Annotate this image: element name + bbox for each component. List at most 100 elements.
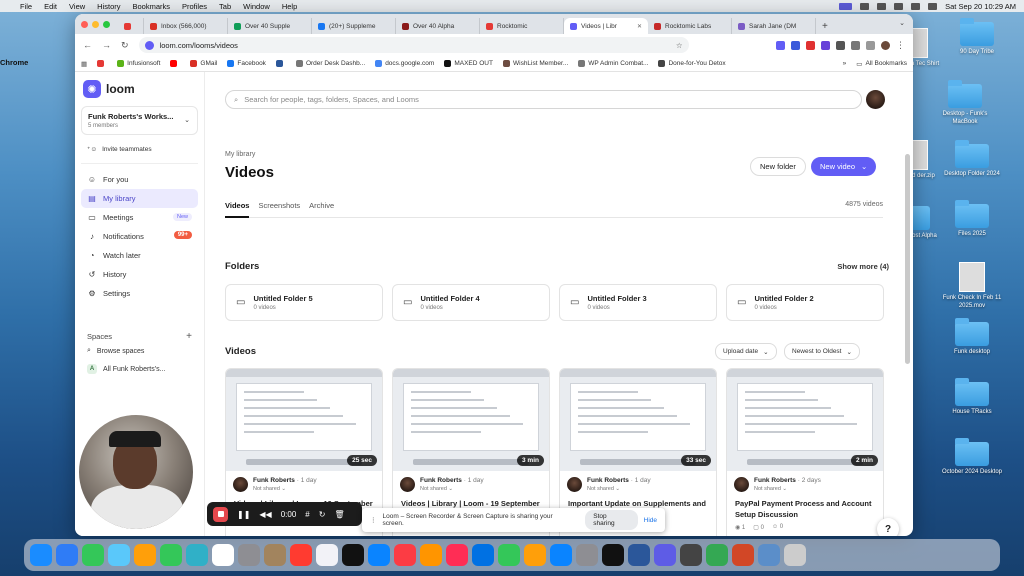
browser-tab[interactable]: Sarah Jane (DM xyxy=(732,18,816,34)
user-avatar[interactable] xyxy=(866,90,885,109)
desktop-file[interactable]: Funk Check In Feb 11 2025.mov xyxy=(937,262,1007,310)
bookmark-item[interactable]: docs.google.com xyxy=(375,60,434,67)
sharing-grip-icon[interactable]: ⋮ xyxy=(370,516,377,524)
wifi-icon[interactable] xyxy=(911,2,921,10)
desktop-folder[interactable]: House TRacks xyxy=(937,378,1007,417)
tab-screenshots[interactable]: Screenshots xyxy=(258,201,300,218)
menu-window[interactable]: Window xyxy=(243,2,270,11)
dock-app-icon[interactable] xyxy=(784,544,806,566)
dock-app-icon[interactable] xyxy=(498,544,520,566)
dock-app-icon[interactable] xyxy=(134,544,156,566)
help-button[interactable]: ? xyxy=(877,518,899,536)
sidebar-item-settings[interactable]: ⚙ Settings xyxy=(81,284,198,303)
dock-app-icon[interactable] xyxy=(602,544,624,566)
dock-app-icon[interactable] xyxy=(160,544,182,566)
puzzle-icon[interactable] xyxy=(836,40,845,50)
dock-app-icon[interactable] xyxy=(186,544,208,566)
desktop-folder[interactable]: October 2024 Desktop xyxy=(937,438,1007,477)
desktop-folder[interactable]: Desktop - Funk's MacBook xyxy=(930,80,1000,126)
tab-videos[interactable]: Videos xyxy=(225,201,250,218)
invite-teammates-button[interactable]: ⁺☺ Invite teammates xyxy=(81,141,198,164)
apps-grid-icon[interactable]: ▦ xyxy=(81,60,87,68)
reload-icon[interactable]: ↻ xyxy=(121,40,129,51)
folder-card[interactable]: ▭ Untitled Folder 4 0 videos xyxy=(392,284,550,321)
back-icon[interactable]: ← xyxy=(83,40,92,50)
browser-tab[interactable]: (20+) Suppleme xyxy=(312,18,396,34)
restart-icon[interactable]: ↻ xyxy=(319,510,326,519)
tab-archive[interactable]: Archive xyxy=(309,201,334,218)
sort-order-dropdown[interactable]: Newest to Oldest ⌄ xyxy=(784,343,860,360)
show-more-folders-button[interactable]: Show more (4) xyxy=(837,262,889,271)
menu-profiles[interactable]: Profiles xyxy=(182,2,207,11)
sidebar-item-for-you[interactable]: ☺ For you xyxy=(81,170,198,189)
dock-app-icon[interactable] xyxy=(550,544,572,566)
stop-recording-button[interactable] xyxy=(213,506,228,522)
more-menu-icon[interactable]: ⋮ xyxy=(896,40,905,51)
browser-tab[interactable]: Over 40 Supple xyxy=(228,18,312,34)
status-icon[interactable] xyxy=(860,2,870,10)
dock-app-icon[interactable] xyxy=(82,544,104,566)
dock-app-icon[interactable] xyxy=(368,544,390,566)
loom-status-icon[interactable] xyxy=(839,2,853,10)
site-info-icon[interactable] xyxy=(144,40,154,50)
camera-bubble[interactable] xyxy=(77,413,195,531)
desktop-folder[interactable]: Funk desktop xyxy=(937,318,1007,357)
browser-tab[interactable]: Inbox (566,000) xyxy=(144,18,228,34)
share-status[interactable]: Not shared ⌄ xyxy=(587,486,651,492)
stop-sharing-button[interactable]: Stop sharing xyxy=(585,510,638,530)
new-folder-button[interactable]: New folder xyxy=(750,157,806,176)
extension-icon[interactable] xyxy=(821,40,830,50)
dock-app-icon[interactable] xyxy=(654,544,676,566)
status-icon[interactable] xyxy=(877,2,887,10)
extension-icon[interactable] xyxy=(776,40,785,50)
bookmark-item[interactable]: Order Desk Dashb... xyxy=(295,60,365,67)
search-input[interactable]: ⌕ Search for people, tags, folders, Spac… xyxy=(225,90,862,109)
workspace-switcher[interactable]: Funk Roberts's Works... 5 members ⌄ xyxy=(81,106,198,135)
folder-card[interactable]: ▭ Untitled Folder 5 0 videos xyxy=(225,284,383,321)
bookmark-item[interactable]: WP Admin Combat... xyxy=(578,60,648,67)
dock-app-icon[interactable] xyxy=(628,544,650,566)
dock-app-icon[interactable] xyxy=(316,544,338,566)
folder-card[interactable]: ▭ Untitled Folder 3 0 videos xyxy=(559,284,717,321)
menu-file[interactable]: File xyxy=(20,2,32,11)
rewind-icon[interactable]: ◀◀ xyxy=(259,510,271,519)
sidebar-item-watch-later[interactable]: ◔ Watch later xyxy=(81,246,198,265)
video-thumbnail[interactable]: 3 min xyxy=(393,369,549,471)
page-scrollbar[interactable] xyxy=(905,154,910,364)
browser-tab[interactable]: Rocktomic xyxy=(480,18,564,34)
url-field[interactable]: loom.com/looms/videos ☆ xyxy=(138,37,689,53)
dock-app-icon[interactable] xyxy=(342,544,364,566)
new-tab-button[interactable]: + xyxy=(822,18,828,34)
browser-tab[interactable]: Over 40 Alpha xyxy=(396,18,480,34)
menu-help[interactable]: Help xyxy=(282,2,297,11)
dock-app-icon[interactable] xyxy=(238,544,260,566)
dock-app-icon[interactable] xyxy=(56,544,78,566)
video-thumbnail[interactable]: 25 sec xyxy=(226,369,382,471)
bookmark-item[interactable] xyxy=(275,60,286,67)
dock-app-icon[interactable] xyxy=(30,544,52,566)
profile-avatar[interactable] xyxy=(881,40,890,50)
dock-app-icon[interactable] xyxy=(524,544,546,566)
minimize-window-button[interactable] xyxy=(92,20,99,28)
trash-icon[interactable]: 🗑 xyxy=(334,510,344,519)
battery-icon[interactable] xyxy=(894,2,904,10)
bookmark-item[interactable]: Infusionsoft xyxy=(117,60,160,67)
dock-app-icon[interactable] xyxy=(394,544,416,566)
desktop-folder[interactable]: Files 2025 xyxy=(937,200,1007,239)
bookmarks-overflow-icon[interactable]: » xyxy=(843,60,847,67)
menu-view[interactable]: View xyxy=(69,2,85,11)
dock-app-icon[interactable] xyxy=(290,544,312,566)
all-bookmarks-folder[interactable]: ▭ All Bookmarks xyxy=(856,60,907,68)
bookmark-item[interactable]: Done-for-You Detox xyxy=(658,60,726,67)
menu-history[interactable]: History xyxy=(97,2,120,11)
space-item-all[interactable]: A All Funk Roberts's... xyxy=(81,360,198,378)
extension-icon[interactable] xyxy=(791,40,800,50)
bookmark-item[interactable]: MAXED OUT xyxy=(444,60,493,67)
folder-card[interactable]: ▭ Untitled Folder 2 0 videos xyxy=(726,284,884,321)
video-card[interactable]: 2 min Funk Roberts · 2 days Not shared ⌄ Pa… xyxy=(726,368,884,536)
dock-app-icon[interactable] xyxy=(576,544,598,566)
share-status[interactable]: Not shared ⌄ xyxy=(253,486,317,492)
video-thumbnail[interactable]: 33 sec xyxy=(560,369,716,471)
menu-tab[interactable]: Tab xyxy=(219,2,231,11)
pause-icon[interactable]: ❚❚ xyxy=(237,510,250,519)
